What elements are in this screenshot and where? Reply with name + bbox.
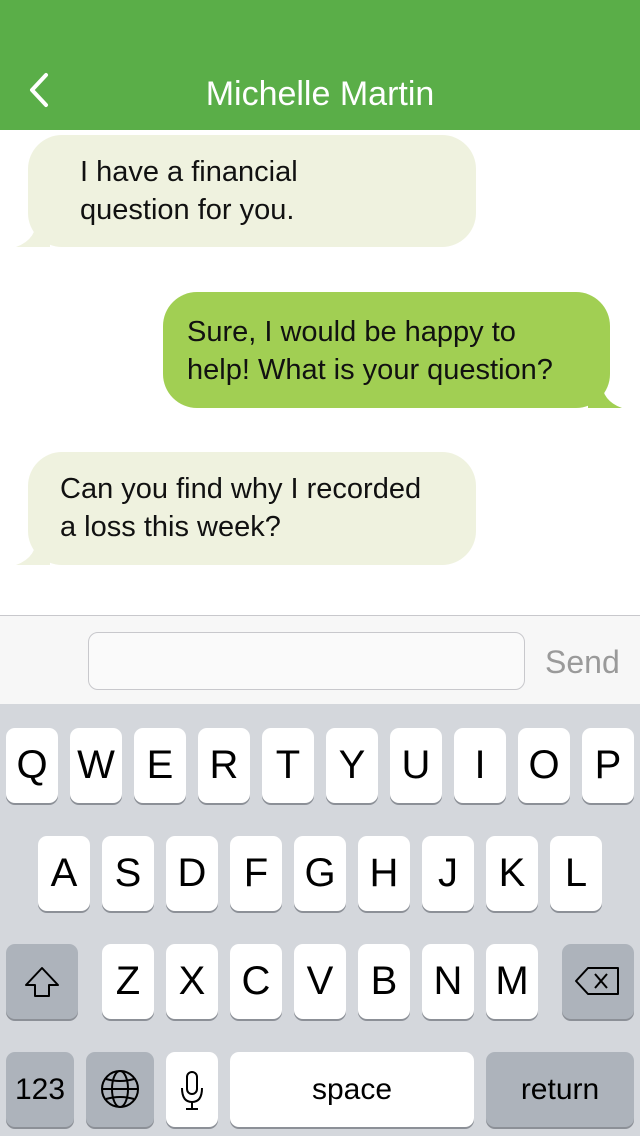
message-composer: Send [0, 615, 640, 705]
key-g[interactable]: G [294, 836, 346, 911]
key-r[interactable]: R [198, 728, 250, 803]
key-v[interactable]: V [294, 944, 346, 1019]
key-w[interactable]: W [70, 728, 122, 803]
key-j[interactable]: J [422, 836, 474, 911]
key-m[interactable]: M [486, 944, 538, 1019]
key-z[interactable]: Z [102, 944, 154, 1019]
key-q[interactable]: Q [6, 728, 58, 803]
space-key[interactable]: space [230, 1052, 474, 1127]
message-line: a loss this week? [60, 511, 281, 543]
bubble-tail [588, 378, 622, 408]
key-y[interactable]: Y [326, 728, 378, 803]
key-x[interactable]: X [166, 944, 218, 1019]
send-button[interactable]: Send [545, 642, 620, 682]
message-line: Can you find why I recorded [60, 473, 422, 505]
key-k[interactable]: K [486, 836, 538, 911]
nav-header: Michelle Martin [0, 0, 640, 130]
message-line: I have a financial [80, 156, 298, 188]
message-input[interactable] [88, 632, 525, 690]
contact-name: Michelle Martin [205, 75, 435, 113]
key-d[interactable]: D [166, 836, 218, 911]
message-incoming: I have a financial question for you. [16, 135, 476, 247]
message-outgoing: Sure, I would be happy to help! What is … [163, 292, 622, 408]
key-b[interactable]: B [358, 944, 410, 1019]
message-line: help! What is your question? [187, 354, 553, 386]
key-i[interactable]: I [454, 728, 506, 803]
return-key[interactable]: return [486, 1052, 634, 1127]
message-line: Sure, I would be happy to [187, 316, 516, 348]
backspace-key[interactable] [562, 944, 634, 1019]
key-t[interactable]: T [262, 728, 314, 803]
shift-icon [25, 967, 59, 997]
keyboard: Q W E R T Y U I O P A S D F G H J K L Z … [0, 704, 640, 1136]
key-c[interactable]: C [230, 944, 282, 1019]
message-incoming: Can you find why I recorded a loss this … [16, 452, 476, 565]
backspace-icon [575, 967, 619, 995]
key-u[interactable]: U [390, 728, 442, 803]
key-n[interactable]: N [422, 944, 474, 1019]
globe-key[interactable] [86, 1052, 154, 1127]
key-l[interactable]: L [550, 836, 602, 911]
key-s[interactable]: S [102, 836, 154, 911]
dictation-key[interactable] [166, 1052, 218, 1127]
globe-icon [101, 1070, 139, 1108]
shift-key[interactable] [6, 944, 78, 1019]
key-a[interactable]: A [38, 836, 90, 911]
microphone-icon [181, 1071, 203, 1110]
message-line: question for you. [80, 194, 295, 226]
key-p[interactable]: P [582, 728, 634, 803]
numbers-key[interactable]: 123 [6, 1052, 74, 1127]
bubble-tail [16, 535, 50, 565]
key-e[interactable]: E [134, 728, 186, 803]
bubble-tail [16, 217, 50, 247]
key-h[interactable]: H [358, 836, 410, 911]
key-o[interactable]: O [518, 728, 570, 803]
key-f[interactable]: F [230, 836, 282, 911]
